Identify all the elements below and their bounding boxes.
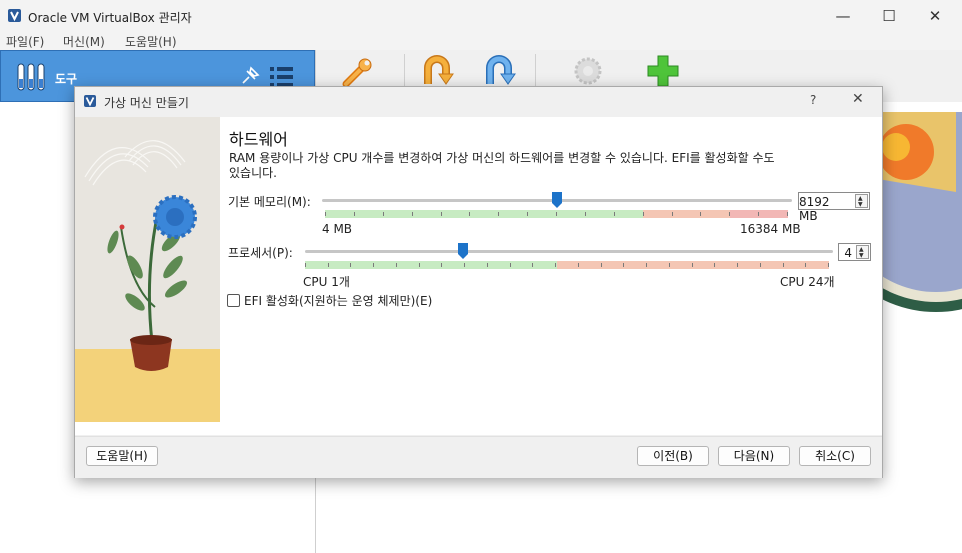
cancel-button[interactable]: 취소(C) [799,446,871,466]
minimize-button[interactable]: — [833,6,853,26]
menu-help[interactable]: 도움말(H) [125,33,177,50]
settings-wrench-icon[interactable] [340,56,376,90]
menu-machine[interactable]: 머신(M) [63,33,105,50]
menu-bar: 파일(F) 머신(M) 도움말(H) [0,32,962,50]
add-plus-icon[interactable] [646,54,680,88]
efi-checkbox-label[interactable]: EFI 활성화(지원하는 운영 체제만)(E) [244,292,432,309]
next-button[interactable]: 다음(N) [718,446,790,466]
section-description: RAM 용량이나 가상 CPU 개수를 변경하여 가상 머신의 하드웨어를 변경… [229,151,775,180]
memory-slider-scale [325,210,788,218]
processor-max-label: CPU 24개 [780,275,835,289]
toolbar-separator [535,54,536,88]
toolbar-separator [404,54,405,88]
memory-value: 8192 MB [799,195,830,223]
virtualbox-logo-icon [8,9,21,22]
plant-illustration [75,117,220,422]
start-arrow-icon[interactable] [482,54,516,88]
memory-spinbox[interactable]: 8192 MB ▲ ▼ [798,192,870,223]
processor-slider-scale [305,261,829,269]
help-button[interactable]: 도움말(H) [86,446,158,466]
processor-value: 4 [844,246,852,260]
processor-spinbox[interactable]: 4 ▲ ▼ [838,243,871,261]
processor-min-label: CPU 1개 [303,275,350,289]
memory-label: 기본 메모리(M): [228,195,311,209]
section-title: 하드웨어 [229,130,288,149]
close-window-button[interactable]: ✕ [925,6,945,26]
memory-slider-handle[interactable] [552,192,562,208]
tools-icon [17,63,45,91]
maximize-button[interactable]: ☐ [879,6,899,26]
pin-icon[interactable] [239,65,261,87]
memory-max-label: 16384 MB [740,222,801,236]
spin-arrows-icon[interactable]: ▲ ▼ [855,194,868,208]
help-icon[interactable]: ? [810,93,816,107]
spin-arrows-icon[interactable]: ▲ ▼ [856,245,869,259]
window-title: Oracle VM VirtualBox 관리자 [28,11,192,25]
menu-file[interactable]: 파일(F) [6,33,44,50]
processor-slider-track[interactable] [305,250,833,253]
virtualbox-logo-icon [84,95,96,107]
back-button[interactable]: 이전(B) [637,446,709,466]
efi-checkbox[interactable] [227,294,240,307]
dialog-title: 가상 머신 만들기 [104,96,189,110]
processor-label: 프로세서(P): [228,246,293,260]
title-bar: Oracle VM VirtualBox 관리자 — ☐ ✕ [0,0,962,32]
processor-slider-handle[interactable] [457,243,468,259]
memory-min-label: 4 MB [322,222,353,236]
discard-arrow-icon[interactable] [420,54,454,88]
gear-disabled-icon [574,57,602,85]
sidebar-item-label: 도구 [55,72,78,86]
close-dialog-icon[interactable]: ✕ [852,91,864,107]
